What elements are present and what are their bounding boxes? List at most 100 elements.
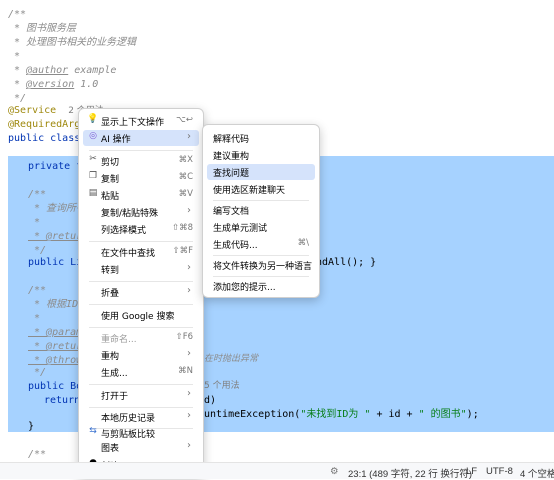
menu-item-label: 添加您的提示... — [213, 283, 276, 293]
menu-item-refactor[interactable]: 重构 › — [83, 347, 199, 363]
menu-item-label: 显示上下文操作 — [101, 118, 165, 128]
menu-item-label: 打开于 — [101, 392, 129, 402]
menu-item-find-in-files[interactable]: 在文件中查找 ⇧⌘F — [83, 244, 199, 260]
menu-item-label: 转到 — [101, 266, 120, 276]
menu-item-label: 编写文档 — [213, 207, 250, 217]
submenu-item-write-docs[interactable]: 编写文档 — [207, 202, 315, 218]
menu-separator — [89, 150, 193, 151]
menu-item-label: 建议重构 — [213, 152, 250, 162]
code-line: } — [28, 421, 35, 432]
menu-item-label: 查找问题 — [213, 169, 250, 179]
menu-item-label: 本地历史记录 — [101, 414, 156, 424]
menu-shortcut: ⌘N — [178, 366, 193, 376]
code-line: * — [8, 51, 21, 62]
menu-item-label: 使用选区新建聊天 — [213, 186, 286, 196]
menu-item-label: AI 操作 — [101, 135, 131, 145]
submenu-item-generate-tests[interactable]: 生成单元测试 — [207, 219, 315, 235]
chevron-right-icon: › — [187, 285, 191, 296]
submenu-item-new-chat-selection[interactable]: 使用选区新建聊天 — [207, 181, 315, 197]
submenu-item-convert-language[interactable]: 将文件转换为另一种语言 — [207, 257, 315, 273]
code-line: 在时抛出异常 — [204, 354, 259, 364]
code-line: /** — [28, 285, 47, 296]
menu-item-label: 生成代码... — [213, 241, 258, 251]
context-menu: 💡 显示上下文操作 ⌥↩ ◎ AI 操作 › ✂ 剪切 ⌘X ❐ 复制 ⌘C ▤… — [78, 108, 204, 478]
menu-item-fold[interactable]: 折叠 › — [83, 284, 199, 300]
menu-item-column-selection[interactable]: 列选择模式 ⇧⌘8 — [83, 221, 199, 237]
menu-item-label: 生成... — [101, 369, 128, 379]
code-token: ); — [466, 409, 479, 420]
menu-shortcut: ⇧⌘8 — [171, 223, 193, 233]
status-icon[interactable]: ⚙ — [330, 466, 339, 477]
menu-item-label: 将文件转换为另一种语言 — [213, 262, 313, 272]
code-line: 5 个用法 — [204, 379, 240, 393]
compare-icon: ⇆ — [89, 426, 97, 436]
menu-separator — [89, 384, 193, 385]
menu-item-label: 列选择模式 — [101, 226, 147, 236]
menu-separator — [89, 327, 193, 328]
menu-item-label: 使用 Google 搜索 — [101, 312, 175, 322]
status-bar: ⚙ 23:1 (489 字符, 22 行 换行符) LF UTF-8 4 个空格 — [0, 462, 554, 480]
javadoc-value: 1.0 — [74, 79, 99, 90]
menu-item-diagrams[interactable]: 图表 › — [83, 439, 199, 455]
menu-separator — [213, 200, 309, 201]
chevron-right-icon: › — [187, 388, 191, 399]
file-encoding[interactable]: UTF-8 — [486, 466, 513, 477]
code-line: * — [28, 217, 41, 228]
menu-shortcut: ⌘C — [178, 172, 193, 182]
chevron-right-icon: › — [187, 131, 191, 142]
menu-item-copy[interactable]: ❐ 复制 ⌘C — [83, 170, 199, 186]
paste-icon: ▤ — [88, 188, 98, 198]
code-line: */ — [28, 367, 47, 378]
javadoc-tag: @version — [26, 79, 75, 90]
chevron-right-icon: › — [187, 262, 191, 273]
submenu-item-generate-code[interactable]: 生成代码... ⌘\ — [207, 236, 315, 252]
menu-shortcut: ⇧⌘F — [172, 246, 193, 256]
chevron-right-icon: › — [187, 410, 191, 421]
menu-item-label: 粘贴 — [101, 192, 120, 202]
code-line: /** — [28, 189, 47, 200]
string-literal: " 的图书" — [418, 409, 467, 420]
menu-item-label: 在文件中查找 — [101, 249, 156, 259]
code-line: * 处理图书相关的业务逻辑 — [8, 37, 137, 48]
javadoc-tag: @author — [26, 65, 69, 76]
chevron-right-icon: › — [187, 348, 191, 359]
line-separator[interactable]: LF — [466, 466, 477, 477]
code-line: * @author example — [8, 65, 117, 76]
menu-item-goto[interactable]: 转到 › — [83, 261, 199, 277]
menu-separator — [213, 276, 309, 277]
menu-item-paste[interactable]: ▤ 粘贴 ⌘V — [83, 187, 199, 203]
menu-shortcut: ⌥↩ — [176, 115, 193, 125]
menu-shortcut: ⇧F6 — [175, 332, 193, 342]
menu-shortcut: ⌘X — [178, 155, 193, 165]
string-literal: "未找到ID为 " — [300, 409, 371, 420]
menu-item-label: 折叠 — [101, 289, 120, 299]
menu-item-google-search[interactable]: 使用 Google 搜索 — [83, 307, 199, 323]
code-line: * 图书服务层 — [8, 23, 77, 34]
menu-item-local-history[interactable]: 本地历史记录 › — [83, 409, 199, 425]
menu-item-generate[interactable]: 生成... ⌘N — [83, 364, 199, 380]
code-line: untimeException("未找到ID为 " + id + " 的图书")… — [204, 408, 479, 422]
menu-item-label: 生成单元测试 — [213, 224, 268, 234]
menu-shortcut: ⌘V — [178, 189, 193, 199]
menu-item-copy-paste-special[interactable]: 复制/粘贴特殊 › — [83, 204, 199, 220]
scissors-icon: ✂ — [89, 154, 97, 164]
submenu-item-add-prompt[interactable]: 添加您的提示... — [207, 278, 315, 294]
chevron-right-icon: › — [187, 440, 191, 451]
menu-item-cut[interactable]: ✂ 剪切 ⌘X — [83, 153, 199, 169]
menu-item-show-context-actions[interactable]: 💡 显示上下文操作 ⌥↩ — [83, 113, 199, 129]
submenu-item-suggest-refactor[interactable]: 建议重构 — [207, 147, 315, 163]
submenu-item-find-problems[interactable]: 查找问题 — [207, 164, 315, 180]
copy-icon: ❐ — [88, 171, 98, 181]
menu-item-ai-actions[interactable]: ◎ AI 操作 › — [83, 130, 199, 146]
menu-shortcut: ⌘\ — [297, 238, 309, 248]
code-line: d) — [204, 395, 217, 406]
chevron-right-icon: › — [187, 205, 191, 216]
menu-item-label: 复制/粘贴特殊 — [101, 209, 159, 219]
usage-hint[interactable]: 5 个用法 — [204, 381, 240, 391]
ai-actions-submenu: 解释代码 建议重构 查找问题 使用选区新建聊天 编写文档 生成单元测试 生成代码… — [202, 124, 320, 298]
menu-separator — [89, 304, 193, 305]
submenu-item-explain-code[interactable]: 解释代码 — [207, 130, 315, 146]
menu-item-open-in[interactable]: 打开于 › — [83, 387, 199, 403]
menu-item-rename[interactable]: 重命名... ⇧F6 — [83, 330, 199, 346]
menu-item-label: 重命名... — [101, 335, 137, 345]
